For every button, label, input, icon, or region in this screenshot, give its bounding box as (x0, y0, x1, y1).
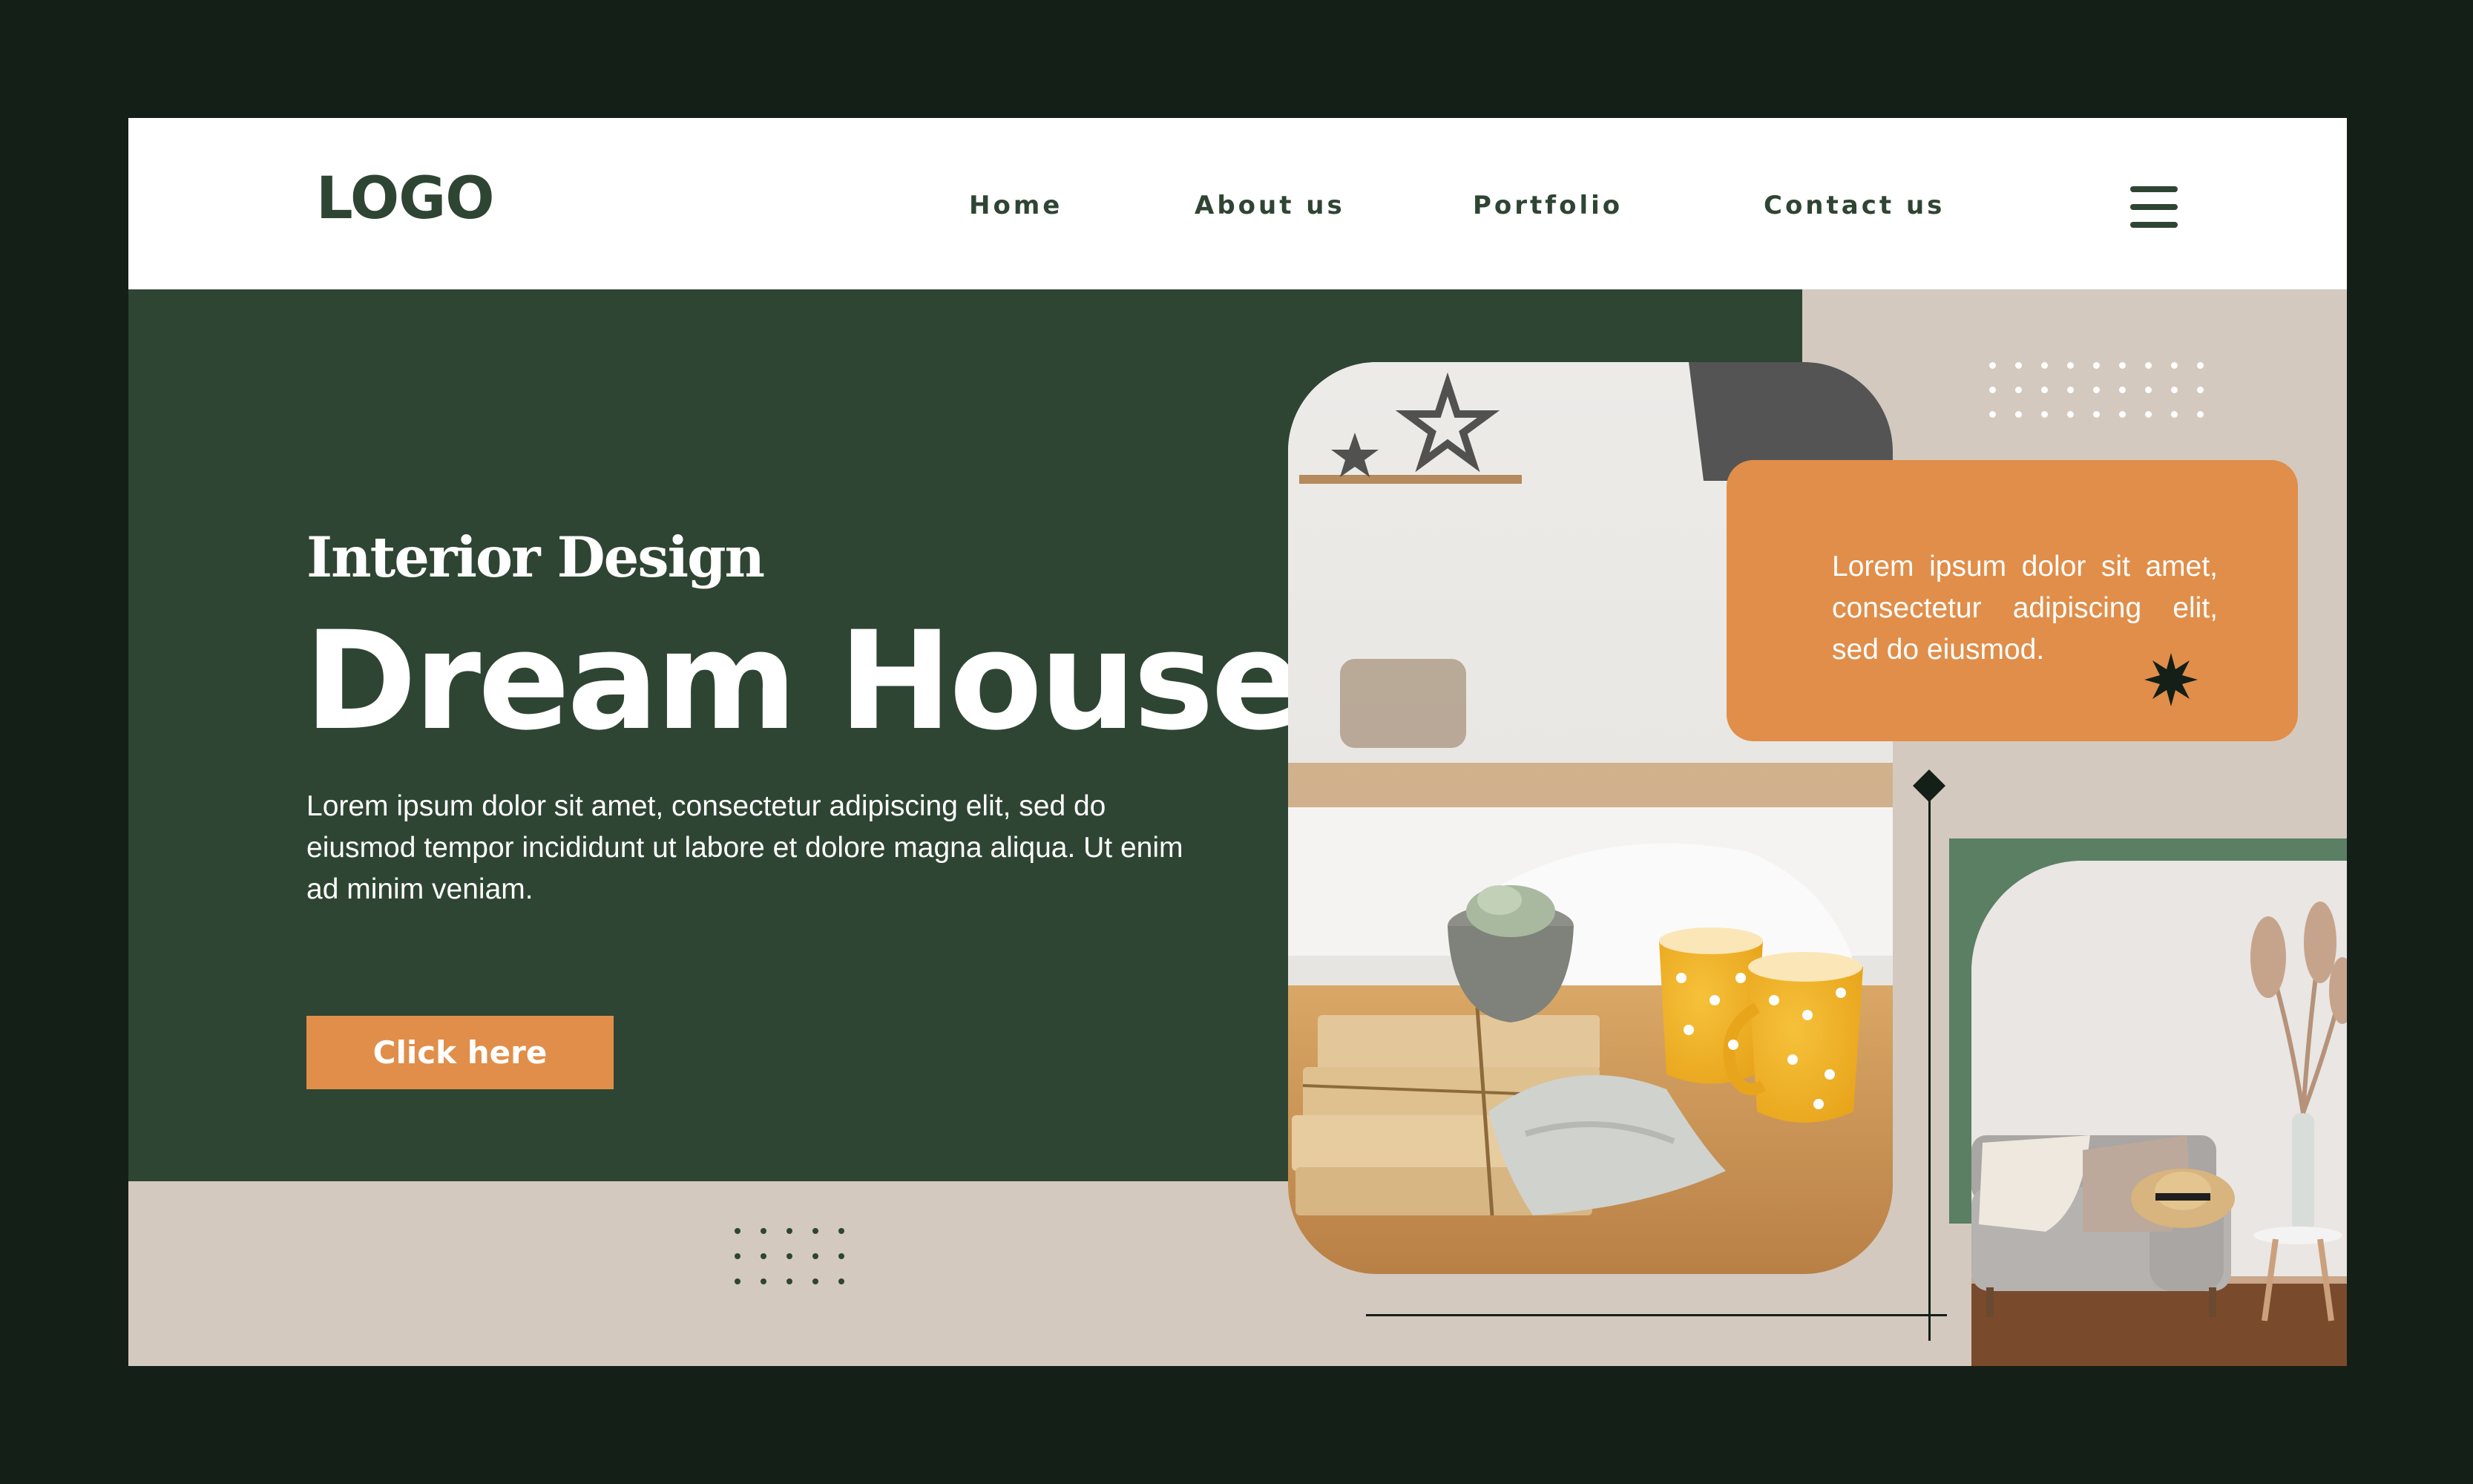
nav-link-contact[interactable]: Contact us (1764, 193, 1945, 218)
vertical-divider-line (1928, 778, 1931, 1341)
nav-link-home[interactable]: Home (969, 193, 1063, 218)
nav-link-about[interactable]: About us (1195, 193, 1345, 218)
dot-pattern-light (1989, 362, 2204, 418)
starburst-icon (2144, 653, 2198, 706)
click-here-button[interactable]: Click here (306, 1016, 614, 1089)
promo-text: Lorem ipsum dolor sit amet, consectetur … (1832, 551, 2218, 666)
landing-page: LOGO Home About us Portfolio Contact us … (128, 118, 2347, 1366)
promo-card: Lorem ipsum dolor sit amet, consectetur … (1727, 460, 2298, 741)
hero-title: Dream House (304, 603, 1303, 761)
logo[interactable]: LOGO (316, 170, 495, 228)
dot-pattern-dark (735, 1228, 844, 1284)
hero-eyebrow: Interior Design (306, 525, 765, 590)
diamond-icon (1913, 769, 1945, 802)
hamburger-menu-icon[interactable] (2130, 186, 2179, 228)
nav-link-portfolio[interactable]: Portfolio (1473, 193, 1623, 218)
living-room-sofa-photo (1971, 861, 2347, 1366)
top-navbar: LOGO Home About us Portfolio Contact us (128, 118, 2347, 289)
horizontal-divider-line (1366, 1314, 1947, 1316)
hero-description: Lorem ipsum dolor sit amet, consectetur … (306, 790, 1183, 905)
